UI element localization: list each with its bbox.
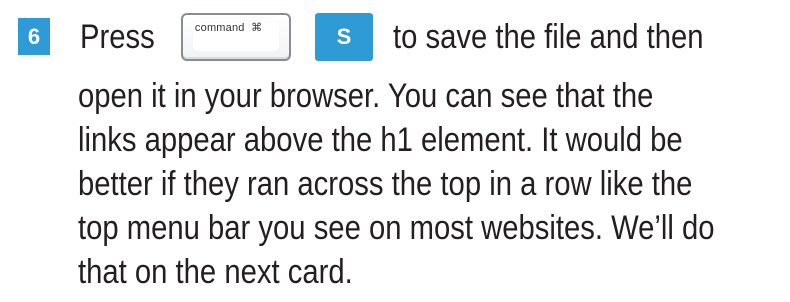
instruction-text-1: to save the file and then — [392, 18, 704, 56]
instruction-step: 6 Press command ⌘ S to save the file and… — [0, 0, 790, 302]
instruction-line-5: top menu bar you see on most websites. W… — [78, 209, 715, 247]
instruction-line-6: that on the next card. — [78, 253, 353, 291]
instruction-line-1: Press command ⌘ S to save the file and t… — [80, 11, 754, 63]
press-text: Press — [80, 18, 155, 56]
s-key-icon: S — [314, 13, 373, 61]
step-number-badge: 6 — [18, 18, 50, 55]
instruction-line-4: better if they ran across the top in a r… — [78, 165, 693, 203]
command-key-label: command ⌘ — [194, 22, 263, 34]
command-key-icon: command ⌘ — [180, 13, 291, 61]
instruction-line-3: links appear above the h1 element. It wo… — [78, 121, 683, 159]
instruction-line-2: open it in your browser. You can see tha… — [78, 77, 654, 115]
